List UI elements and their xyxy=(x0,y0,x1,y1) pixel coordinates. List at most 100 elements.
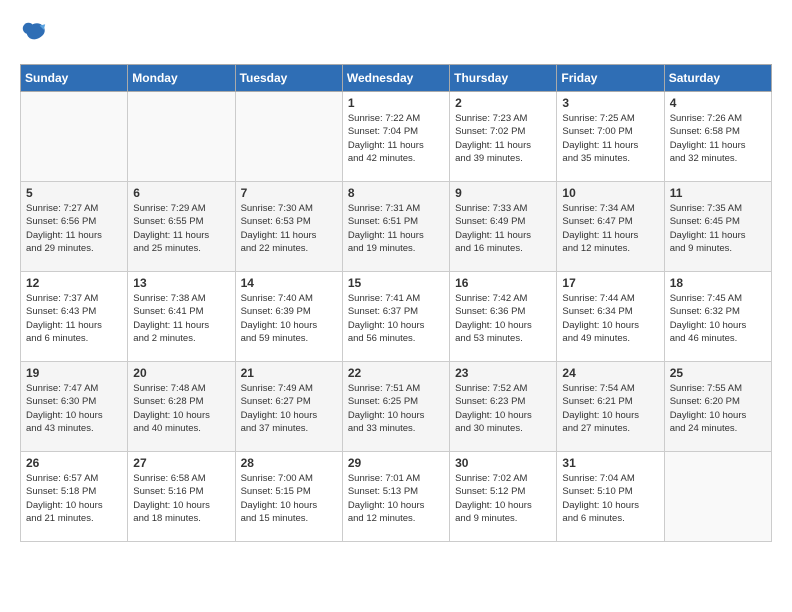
calendar-cell xyxy=(664,452,771,542)
day-info: Sunrise: 7:34 AM Sunset: 6:47 PM Dayligh… xyxy=(562,202,658,255)
day-info: Sunrise: 7:41 AM Sunset: 6:37 PM Dayligh… xyxy=(348,292,444,345)
day-number: 27 xyxy=(133,456,229,470)
calendar-cell: 7 Sunrise: 7:30 AM Sunset: 6:53 PM Daylig… xyxy=(235,182,342,272)
day-number: 28 xyxy=(241,456,337,470)
calendar-header-row: SundayMondayTuesdayWednesdayThursdayFrid… xyxy=(21,65,772,92)
day-info: Sunrise: 7:48 AM Sunset: 6:28 PM Dayligh… xyxy=(133,382,229,435)
day-number: 31 xyxy=(562,456,658,470)
day-number: 1 xyxy=(348,96,444,110)
calendar-cell: 11 Sunrise: 7:35 AM Sunset: 6:45 PM Dayli… xyxy=(664,182,771,272)
day-number: 17 xyxy=(562,276,658,290)
calendar-cell: 18 Sunrise: 7:45 AM Sunset: 6:32 PM Dayli… xyxy=(664,272,771,362)
calendar-week-row: 12 Sunrise: 7:37 AM Sunset: 6:43 PM Dayli… xyxy=(21,272,772,362)
day-number: 23 xyxy=(455,366,551,380)
day-number: 22 xyxy=(348,366,444,380)
day-number: 10 xyxy=(562,186,658,200)
day-number: 26 xyxy=(26,456,122,470)
day-info: Sunrise: 7:31 AM Sunset: 6:51 PM Dayligh… xyxy=(348,202,444,255)
calendar-cell: 15 Sunrise: 7:41 AM Sunset: 6:37 PM Dayli… xyxy=(342,272,449,362)
day-info: Sunrise: 6:57 AM Sunset: 5:18 PM Dayligh… xyxy=(26,472,122,525)
calendar-cell: 17Sunrise: 7:44 AM Sunset: 6:34 PM Dayli… xyxy=(557,272,664,362)
day-number: 11 xyxy=(670,186,766,200)
day-info: Sunrise: 7:52 AM Sunset: 6:23 PM Dayligh… xyxy=(455,382,551,435)
calendar-cell: 22 Sunrise: 7:51 AM Sunset: 6:25 PM Dayli… xyxy=(342,362,449,452)
calendar-week-row: 5 Sunrise: 7:27 AM Sunset: 6:56 PM Daylig… xyxy=(21,182,772,272)
day-info: Sunrise: 7:51 AM Sunset: 6:25 PM Dayligh… xyxy=(348,382,444,435)
day-number: 3 xyxy=(562,96,658,110)
calendar-cell: 27 Sunrise: 6:58 AM Sunset: 5:16 PM Dayli… xyxy=(128,452,235,542)
calendar-cell: 30 Sunrise: 7:02 AM Sunset: 5:12 PM Dayli… xyxy=(450,452,557,542)
calendar-cell: 13 Sunrise: 7:38 AM Sunset: 6:41 PM Dayli… xyxy=(128,272,235,362)
logo-icon xyxy=(20,20,48,48)
day-number: 8 xyxy=(348,186,444,200)
day-info: Sunrise: 7:30 AM Sunset: 6:53 PM Dayligh… xyxy=(241,202,337,255)
day-number: 20 xyxy=(133,366,229,380)
logo xyxy=(20,20,52,48)
calendar-cell: 6 Sunrise: 7:29 AM Sunset: 6:55 PM Daylig… xyxy=(128,182,235,272)
day-info: Sunrise: 7:33 AM Sunset: 6:49 PM Dayligh… xyxy=(455,202,551,255)
day-number: 7 xyxy=(241,186,337,200)
calendar-cell: 5 Sunrise: 7:27 AM Sunset: 6:56 PM Daylig… xyxy=(21,182,128,272)
calendar-cell xyxy=(128,92,235,182)
day-number: 15 xyxy=(348,276,444,290)
calendar-cell: 16 Sunrise: 7:42 AM Sunset: 6:36 PM Dayli… xyxy=(450,272,557,362)
calendar-cell: 19 Sunrise: 7:47 AM Sunset: 6:30 PM Dayli… xyxy=(21,362,128,452)
header-friday: Friday xyxy=(557,65,664,92)
day-info: Sunrise: 7:35 AM Sunset: 6:45 PM Dayligh… xyxy=(670,202,766,255)
day-info: Sunrise: 7:02 AM Sunset: 5:12 PM Dayligh… xyxy=(455,472,551,525)
calendar-cell: 1Sunrise: 7:22 AM Sunset: 7:04 PM Daylig… xyxy=(342,92,449,182)
header-wednesday: Wednesday xyxy=(342,65,449,92)
day-info: Sunrise: 7:40 AM Sunset: 6:39 PM Dayligh… xyxy=(241,292,337,345)
calendar-cell: 23 Sunrise: 7:52 AM Sunset: 6:23 PM Dayli… xyxy=(450,362,557,452)
calendar-cell: 21Sunrise: 7:49 AM Sunset: 6:27 PM Dayli… xyxy=(235,362,342,452)
day-number: 30 xyxy=(455,456,551,470)
calendar-cell: 25 Sunrise: 7:55 AM Sunset: 6:20 PM Dayli… xyxy=(664,362,771,452)
day-number: 9 xyxy=(455,186,551,200)
day-info: Sunrise: 7:45 AM Sunset: 6:32 PM Dayligh… xyxy=(670,292,766,345)
calendar-cell xyxy=(235,92,342,182)
day-info: Sunrise: 7:55 AM Sunset: 6:20 PM Dayligh… xyxy=(670,382,766,435)
calendar-cell: 10 Sunrise: 7:34 AM Sunset: 6:47 PM Dayli… xyxy=(557,182,664,272)
header-monday: Monday xyxy=(128,65,235,92)
day-number: 18 xyxy=(670,276,766,290)
calendar-cell: 31 Sunrise: 7:04 AM Sunset: 5:10 PM Dayli… xyxy=(557,452,664,542)
calendar-cell: 29Sunrise: 7:01 AM Sunset: 5:13 PM Dayli… xyxy=(342,452,449,542)
day-number: 13 xyxy=(133,276,229,290)
day-info: Sunrise: 6:58 AM Sunset: 5:16 PM Dayligh… xyxy=(133,472,229,525)
day-number: 25 xyxy=(670,366,766,380)
calendar-cell: 24Sunrise: 7:54 AM Sunset: 6:21 PM Dayli… xyxy=(557,362,664,452)
day-info: Sunrise: 7:23 AM Sunset: 7:02 PM Dayligh… xyxy=(455,112,551,165)
calendar-cell: 3 Sunrise: 7:25 AM Sunset: 7:00 PM Daylig… xyxy=(557,92,664,182)
day-info: Sunrise: 7:38 AM Sunset: 6:41 PM Dayligh… xyxy=(133,292,229,345)
calendar-cell: 8 Sunrise: 7:31 AM Sunset: 6:51 PM Daylig… xyxy=(342,182,449,272)
calendar-table: SundayMondayTuesdayWednesdayThursdayFrid… xyxy=(20,64,772,542)
header-sunday: Sunday xyxy=(21,65,128,92)
day-info: Sunrise: 7:49 AM Sunset: 6:27 PM Dayligh… xyxy=(241,382,337,435)
day-info: Sunrise: 7:47 AM Sunset: 6:30 PM Dayligh… xyxy=(26,382,122,435)
day-info: Sunrise: 7:42 AM Sunset: 6:36 PM Dayligh… xyxy=(455,292,551,345)
header-tuesday: Tuesday xyxy=(235,65,342,92)
day-number: 16 xyxy=(455,276,551,290)
calendar-cell: 4 Sunrise: 7:26 AM Sunset: 6:58 PM Daylig… xyxy=(664,92,771,182)
day-number: 12 xyxy=(26,276,122,290)
day-number: 4 xyxy=(670,96,766,110)
day-info: Sunrise: 7:26 AM Sunset: 6:58 PM Dayligh… xyxy=(670,112,766,165)
page-header xyxy=(20,20,772,48)
day-info: Sunrise: 7:37 AM Sunset: 6:43 PM Dayligh… xyxy=(26,292,122,345)
calendar-cell: 20 Sunrise: 7:48 AM Sunset: 6:28 PM Dayli… xyxy=(128,362,235,452)
day-info: Sunrise: 7:01 AM Sunset: 5:13 PM Dayligh… xyxy=(348,472,444,525)
calendar-week-row: 1Sunrise: 7:22 AM Sunset: 7:04 PM Daylig… xyxy=(21,92,772,182)
day-info: Sunrise: 7:25 AM Sunset: 7:00 PM Dayligh… xyxy=(562,112,658,165)
header-saturday: Saturday xyxy=(664,65,771,92)
calendar-cell: 9 Sunrise: 7:33 AM Sunset: 6:49 PM Daylig… xyxy=(450,182,557,272)
calendar-week-row: 26 Sunrise: 6:57 AM Sunset: 5:18 PM Dayli… xyxy=(21,452,772,542)
calendar-cell: 12 Sunrise: 7:37 AM Sunset: 6:43 PM Dayli… xyxy=(21,272,128,362)
day-number: 19 xyxy=(26,366,122,380)
day-number: 2 xyxy=(455,96,551,110)
day-info: Sunrise: 7:04 AM Sunset: 5:10 PM Dayligh… xyxy=(562,472,658,525)
day-info: Sunrise: 7:27 AM Sunset: 6:56 PM Dayligh… xyxy=(26,202,122,255)
day-number: 5 xyxy=(26,186,122,200)
day-info: Sunrise: 7:29 AM Sunset: 6:55 PM Dayligh… xyxy=(133,202,229,255)
day-number: 6 xyxy=(133,186,229,200)
header-thursday: Thursday xyxy=(450,65,557,92)
